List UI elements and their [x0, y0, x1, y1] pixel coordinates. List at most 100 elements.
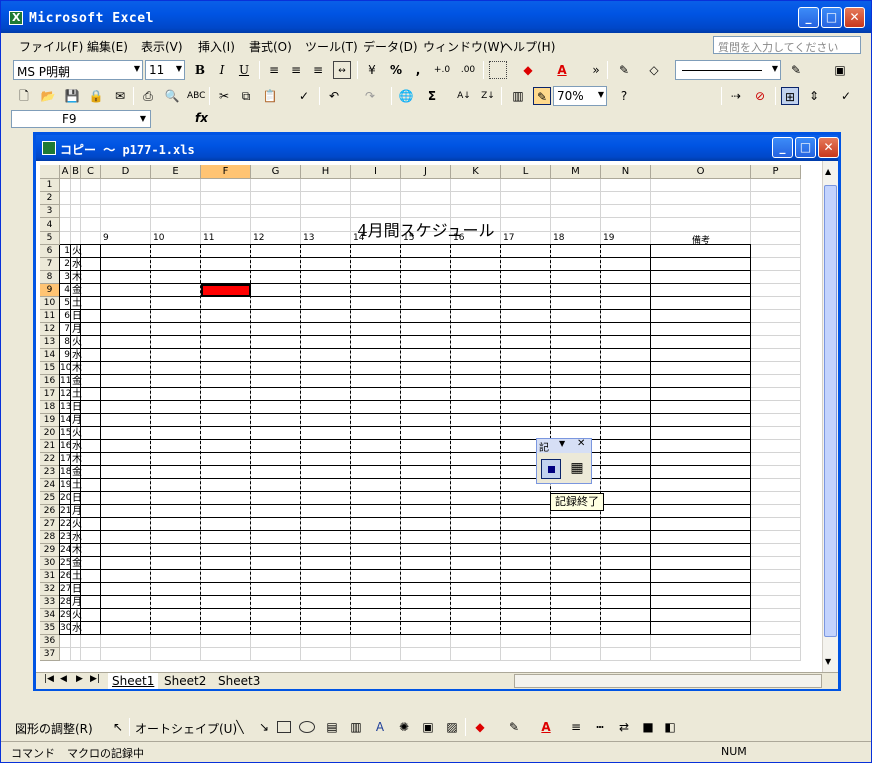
row-header-7[interactable]: 7	[40, 258, 60, 271]
column-header-M[interactable]: M	[551, 165, 601, 179]
wb-maximize-button[interactable]: □	[795, 137, 816, 158]
font-size-combo[interactable]: 11 ▼	[145, 60, 185, 80]
column-header-H[interactable]: H	[301, 165, 351, 179]
line-icon[interactable]: ╲	[231, 718, 249, 736]
sheet-tab-sheet3[interactable]: Sheet3	[214, 673, 264, 689]
freeze-panes-icon[interactable]: ⊞	[781, 87, 799, 105]
close-button[interactable]: ✕	[844, 7, 865, 28]
undo-icon[interactable]: ↶	[325, 87, 343, 105]
menu-data[interactable]: データ(D)	[363, 38, 418, 55]
currency-icon[interactable]: ¥	[363, 61, 381, 79]
permission-icon[interactable]: 🔒	[87, 87, 105, 105]
split-icon[interactable]: ⇕	[805, 87, 823, 105]
align-right-icon[interactable]: ≡	[309, 61, 327, 79]
menu-edit[interactable]: 編集(E)	[87, 38, 128, 55]
row-header-20[interactable]: 20	[40, 427, 60, 440]
line-color-icon[interactable]: ✎	[787, 61, 805, 79]
review-icon[interactable]: ✓	[837, 87, 855, 105]
row-header-10[interactable]: 10	[40, 297, 60, 310]
row-header-17[interactable]: 17	[40, 388, 60, 401]
menu-view[interactable]: 表示(V)	[141, 38, 183, 55]
line-style-combo[interactable]: ▼	[675, 60, 781, 80]
menu-window[interactable]: ウィンドウ(W)	[423, 38, 504, 55]
font-color-icon-2[interactable]: A	[537, 718, 555, 736]
row-header-11[interactable]: 11	[40, 310, 60, 323]
3d-icon[interactable]: ◧	[661, 718, 679, 736]
row-header-28[interactable]: 28	[40, 531, 60, 544]
column-header-K[interactable]: K	[451, 165, 501, 179]
line-style-icon[interactable]: ≡	[567, 718, 585, 736]
row-header-31[interactable]: 31	[40, 570, 60, 583]
row-header-21[interactable]: 21	[40, 440, 60, 453]
draw-border-icon[interactable]: ✎	[615, 61, 633, 79]
function-button[interactable]: fx	[195, 111, 208, 125]
row-header-29[interactable]: 29	[40, 544, 60, 557]
close-icon[interactable]: ✕	[577, 438, 585, 449]
prev-sheet-button[interactable]: ◀	[56, 673, 71, 689]
row-header-12[interactable]: 12	[40, 323, 60, 336]
decrease-decimal-icon[interactable]: .00	[457, 61, 479, 79]
align-left-icon[interactable]: ≡	[265, 61, 283, 79]
spelling-icon[interactable]: ABC	[187, 87, 205, 105]
select-all-corner[interactable]	[40, 165, 60, 179]
autoshapes-menu[interactable]: オートシェイプ(U)	[135, 720, 237, 737]
vertical-scrollbar[interactable]: ▲ ▼	[822, 161, 838, 672]
macro-toolbar-title[interactable]: 記 ▼ ✕	[537, 438, 591, 454]
row-header-34[interactable]: 34	[40, 609, 60, 622]
font-color-icon[interactable]: A	[553, 61, 571, 79]
row-header-32[interactable]: 32	[40, 583, 60, 596]
menu-format[interactable]: 書式(O)	[249, 38, 292, 55]
clipart-icon[interactable]: ▣	[419, 718, 437, 736]
help-search-input[interactable]: 質問を入力してください	[713, 36, 861, 54]
arrow-style-icon[interactable]: ⇄	[615, 718, 633, 736]
print-preview-icon[interactable]: 🔍	[163, 87, 181, 105]
dash-style-icon[interactable]: ┅	[591, 718, 609, 736]
print-icon[interactable]: ⎙	[139, 87, 157, 105]
sheet-tab-sheet1[interactable]: Sheet1	[108, 673, 159, 689]
row-header-1[interactable]: 1	[40, 179, 60, 192]
menu-help[interactable]: ヘルプ(H)	[501, 38, 555, 55]
drawing-toggle-icon[interactable]: ✎	[533, 87, 551, 105]
picture-icon[interactable]: ▨	[443, 718, 461, 736]
line-color-icon-2[interactable]: ✎	[505, 718, 523, 736]
row-header-16[interactable]: 16	[40, 375, 60, 388]
format-painter-icon[interactable]: ✓	[295, 87, 313, 105]
increase-decimal-icon[interactable]: +.0	[431, 61, 453, 79]
selected-cell[interactable]	[201, 284, 251, 297]
row-header-18[interactable]: 18	[40, 401, 60, 414]
wb-minimize-button[interactable]: _	[772, 137, 793, 158]
row-header-6[interactable]: 6	[40, 245, 60, 258]
menu-tools[interactable]: ツール(T)	[305, 38, 358, 55]
underline-button[interactable]: U	[235, 61, 253, 79]
column-header-N[interactable]: N	[601, 165, 651, 179]
hyperlink-icon[interactable]: 🌐	[397, 87, 415, 105]
stop-icon[interactable]: ⊘	[751, 87, 769, 105]
menu-insert[interactable]: 挿入(I)	[198, 38, 235, 55]
next-sheet-button[interactable]: ▶	[72, 673, 87, 689]
autosum-icon[interactable]: Σ	[423, 87, 441, 105]
maximize-button[interactable]: □	[821, 7, 842, 28]
zoom-combo[interactable]: 70% ▼	[553, 86, 607, 106]
column-header-O[interactable]: O	[651, 165, 751, 179]
font-name-combo[interactable]: MS P明朝 ▼	[13, 60, 143, 80]
row-header-30[interactable]: 30	[40, 557, 60, 570]
column-header-F[interactable]: F	[201, 165, 251, 179]
open-folder-icon[interactable]: 📂	[39, 87, 57, 105]
horizontal-scrollbar[interactable]	[514, 674, 822, 688]
wb-close-button[interactable]: ✕	[818, 137, 839, 158]
fill-color-icon-2[interactable]: ◆	[471, 718, 489, 736]
align-center-icon[interactable]: ≡	[287, 61, 305, 79]
column-header-J[interactable]: J	[401, 165, 451, 179]
column-header-C[interactable]: C	[81, 165, 101, 179]
column-header-I[interactable]: I	[351, 165, 401, 179]
comma-button[interactable]: ,	[409, 61, 427, 79]
minimize-button[interactable]: _	[798, 7, 819, 28]
percent-button[interactable]: %	[387, 61, 405, 79]
paste-icon[interactable]: 📋	[261, 87, 279, 105]
row-header-13[interactable]: 13	[40, 336, 60, 349]
sheet-tab-sheet2[interactable]: Sheet2	[160, 673, 210, 689]
row-header-3[interactable]: 3	[40, 205, 60, 218]
select-objects-icon[interactable]: ↖	[109, 718, 127, 736]
row-header-8[interactable]: 8	[40, 271, 60, 284]
worksheet-grid[interactable]: A B C D E F G H I J K L M N O P 1 2 3 4 5 6 7 8 9 10 11 12 13 14 15 16 1…	[36, 161, 838, 672]
